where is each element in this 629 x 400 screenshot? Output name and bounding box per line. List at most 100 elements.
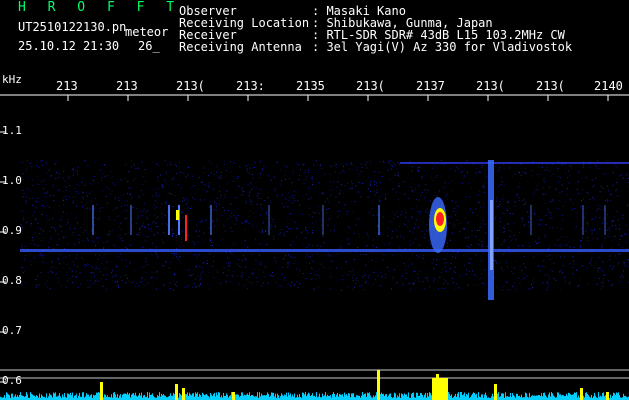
noise-speck <box>247 184 249 186</box>
noise-speck <box>285 198 287 200</box>
noise-speck <box>525 267 527 268</box>
noise-speck <box>518 197 520 199</box>
noise-speck <box>339 192 341 194</box>
noise-speck <box>203 256 205 258</box>
noise-speck <box>587 226 589 228</box>
amplitude-sample <box>367 392 368 400</box>
amplitude-sample <box>128 394 129 400</box>
amplitude-sample <box>36 395 37 400</box>
noise-speck <box>291 202 293 204</box>
amplitude-sample <box>501 393 502 400</box>
noise-speck <box>158 165 160 167</box>
noise-speck <box>227 257 229 259</box>
amplitude-sample <box>595 395 596 400</box>
noise-speck <box>350 201 352 203</box>
noise-speck <box>611 240 613 242</box>
noise-speck <box>260 171 262 173</box>
noise-speck <box>403 262 405 264</box>
amplitude-sample <box>399 393 400 400</box>
noise-speck <box>471 230 473 232</box>
noise-speck <box>56 244 58 246</box>
amplitude-sample <box>395 393 396 400</box>
noise-speck <box>227 182 229 184</box>
noise-speck <box>73 196 75 198</box>
noise-speck <box>171 233 173 235</box>
noise-speck <box>335 166 337 168</box>
noise-speck <box>104 267 106 269</box>
noise-speck <box>147 282 149 284</box>
noise-speck <box>567 177 569 178</box>
noise-speck <box>282 266 284 268</box>
noise-speck <box>477 201 479 203</box>
noise-speck <box>450 168 451 170</box>
amplitude-sample <box>309 393 310 400</box>
noise-speck <box>577 181 579 183</box>
noise-speck <box>76 217 78 219</box>
noise-speck <box>341 247 343 249</box>
noise-speck <box>220 197 222 199</box>
noise-speck <box>312 181 314 183</box>
noise-speck <box>602 285 604 287</box>
amplitude-sample <box>31 393 32 400</box>
noise-speck <box>349 168 350 170</box>
noise-speck <box>417 226 419 228</box>
noise-speck <box>428 210 430 212</box>
noise-speck <box>244 221 246 223</box>
noise-speck <box>507 202 509 204</box>
noise-speck <box>327 225 329 226</box>
noise-speck <box>423 255 425 257</box>
noise-speck <box>49 195 51 197</box>
noise-speck <box>174 194 176 196</box>
noise-speck <box>157 216 159 218</box>
noise-speck <box>84 160 86 162</box>
amplitude-sample <box>345 394 346 400</box>
noise-speck <box>105 241 107 243</box>
noise-speck <box>472 212 473 214</box>
noise-speck <box>532 287 534 288</box>
noise-speck <box>284 179 286 180</box>
noise-speck <box>286 166 288 168</box>
noise-speck <box>564 172 566 174</box>
noise-speck <box>124 204 126 206</box>
amplitude-sample <box>207 395 208 400</box>
noise-speck <box>494 277 496 279</box>
amplitude-sample <box>549 392 550 400</box>
noise-speck <box>94 216 96 218</box>
noise-speck <box>245 259 247 261</box>
noise-speck <box>92 179 94 181</box>
noise-speck <box>485 269 487 271</box>
amplitude-sample <box>497 393 498 400</box>
amplitude-sample <box>585 392 586 400</box>
noise-speck <box>615 189 617 191</box>
noise-speck <box>128 171 130 173</box>
noise-speck <box>360 254 361 256</box>
noise-speck <box>74 228 75 230</box>
noise-speck <box>194 283 195 285</box>
noise-speck <box>279 232 281 234</box>
noise-speck <box>43 254 45 256</box>
noise-speck <box>226 190 228 192</box>
noise-speck <box>281 287 283 289</box>
amplitude-sample <box>261 393 262 400</box>
y-tick-label: 0.8 <box>2 274 22 287</box>
noise-speck <box>236 275 238 277</box>
noise-speck <box>595 210 597 212</box>
noise-speck <box>598 257 600 258</box>
noise-speck <box>614 215 616 217</box>
amplitude-spike <box>580 388 583 400</box>
noise-speck <box>132 179 134 181</box>
amplitude-sample <box>241 392 242 400</box>
noise-speck <box>86 238 88 240</box>
noise-speck <box>88 208 90 210</box>
noise-speck <box>475 254 477 256</box>
amplitude-sample <box>492 393 493 400</box>
meteor-ping <box>130 205 132 235</box>
noise-speck <box>146 215 148 217</box>
noise-speck <box>583 243 585 245</box>
noise-speck <box>409 244 411 246</box>
noise-speck <box>319 277 321 279</box>
amplitude-sample <box>249 392 250 400</box>
noise-speck <box>203 239 205 241</box>
noise-speck <box>280 180 282 182</box>
noise-speck <box>180 171 182 173</box>
